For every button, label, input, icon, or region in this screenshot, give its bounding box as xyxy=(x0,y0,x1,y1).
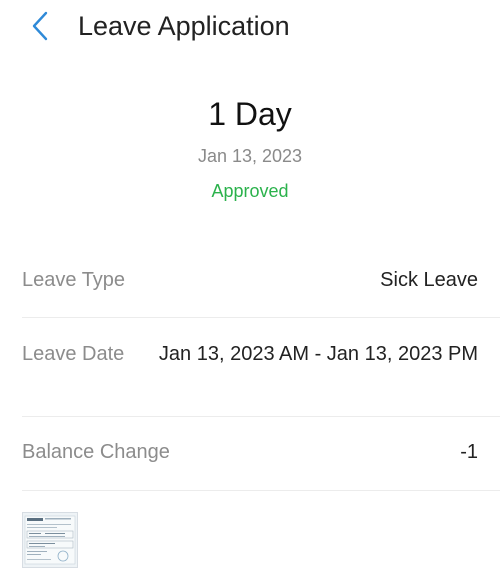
app-header: Leave Application xyxy=(0,0,500,56)
attachment-thumbnail[interactable] xyxy=(22,512,78,568)
chevron-left-icon xyxy=(32,11,48,41)
balance-change-label: Balance Change xyxy=(22,441,170,463)
back-button[interactable] xyxy=(22,6,62,46)
detail-row-leave-type: Leave Type Sick Leave xyxy=(22,246,500,318)
document-thumbnail-icon xyxy=(23,513,77,567)
detail-row-leave-date: Leave Date Jan 13, 2023 AM - Jan 13, 202… xyxy=(22,318,500,417)
leave-summary: 1 Day Jan 13, 2023 Approved xyxy=(0,92,500,202)
leave-type-label: Leave Type xyxy=(22,269,126,291)
leave-type-value: Sick Leave xyxy=(380,269,478,291)
leave-summary-date: Jan 13, 2023 xyxy=(197,146,303,166)
status-label: Approved xyxy=(211,181,289,201)
leave-date-value: Jan 13, 2023 AM - Jan 13, 2023 PM xyxy=(158,343,478,365)
detail-row-balance-change: Balance Change -1 xyxy=(22,417,500,491)
leave-date-label: Leave Date xyxy=(22,343,125,365)
balance-change-value: -1 xyxy=(460,441,478,463)
page-title: Leave Application xyxy=(78,11,290,41)
leave-duration: 1 Day xyxy=(208,96,292,132)
